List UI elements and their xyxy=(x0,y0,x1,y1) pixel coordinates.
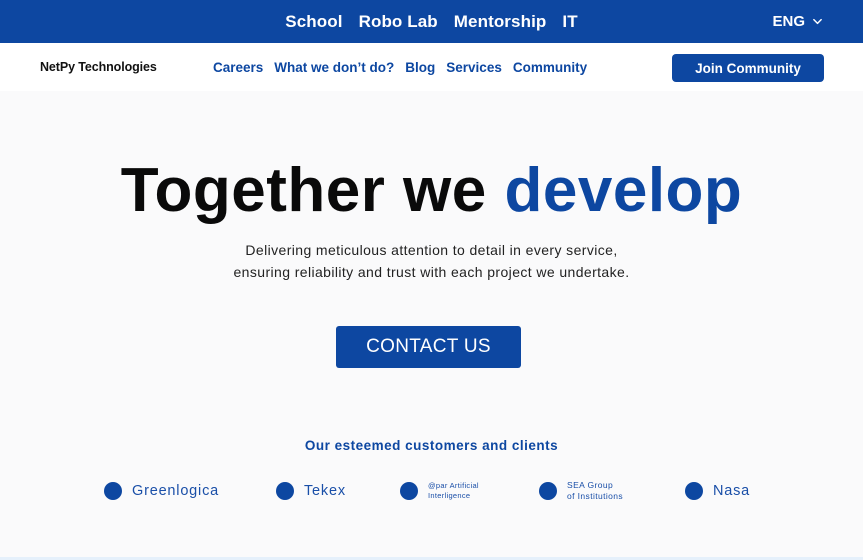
language-label: ENG xyxy=(772,13,805,30)
client-name: @par Artificial Interligence xyxy=(428,481,479,500)
client-name: SEA Group of Institutions xyxy=(567,480,624,501)
language-selector[interactable]: ENG xyxy=(772,0,823,43)
client-name: Tekex xyxy=(304,483,346,499)
nav-what-we-dont-do[interactable]: What we don’t do? xyxy=(274,60,394,75)
top-nav-school[interactable]: School xyxy=(285,12,342,32)
client-greenlogica: Greenlogica xyxy=(104,479,219,503)
client-logo-icon xyxy=(400,482,418,500)
client-tekex: Tekex xyxy=(276,479,346,503)
hero-title-main: Together we xyxy=(120,156,487,225)
hero-title: Together we develop xyxy=(0,155,863,227)
top-bar: School Robo Lab Mentorship IT ENG xyxy=(0,0,863,43)
chevron-down-icon xyxy=(813,18,822,25)
contact-us-button[interactable]: CONTACT US xyxy=(336,326,521,368)
main-nav: Careers What we don’t do? Blog Services … xyxy=(213,43,587,91)
top-nav: School Robo Lab Mentorship IT xyxy=(0,0,863,43)
hero-subtitle-line-2: ensuring reliability and trust with each… xyxy=(233,263,630,280)
hero-subtitle-line-1: Delivering meticulous attention to detai… xyxy=(245,242,618,258)
client-nasa: Nasa xyxy=(685,479,750,503)
top-nav-it[interactable]: IT xyxy=(562,12,577,32)
top-nav-mentorship[interactable]: Mentorship xyxy=(454,12,547,32)
client-logo-icon xyxy=(104,482,122,500)
client-name: Greenlogica xyxy=(132,483,219,499)
nav-blog[interactable]: Blog xyxy=(405,60,435,75)
hero-title-accent: develop xyxy=(504,156,743,225)
clients-heading: Our esteemed customers and clients xyxy=(304,438,559,453)
nav-services[interactable]: Services xyxy=(446,60,502,75)
nav-community[interactable]: Community xyxy=(513,60,587,75)
client-logo-icon xyxy=(276,482,294,500)
hero-subtitle: Delivering meticulous attention to detai… xyxy=(0,240,863,283)
join-community-button[interactable]: Join Community xyxy=(672,54,824,82)
brand-logo[interactable]: NetPy Technologies xyxy=(40,43,157,91)
main-navbar: NetPy Technologies Careers What we don’t… xyxy=(0,43,863,91)
top-nav-robo-lab[interactable]: Robo Lab xyxy=(359,12,438,32)
client-logo-icon xyxy=(685,482,703,500)
client-logo-icon xyxy=(539,482,557,500)
nav-careers[interactable]: Careers xyxy=(213,60,263,75)
client-sea-group: SEA Group of Institutions xyxy=(539,479,623,503)
client-par-ai: @par Artificial Interligence xyxy=(400,479,479,503)
client-name: Nasa xyxy=(713,483,751,499)
